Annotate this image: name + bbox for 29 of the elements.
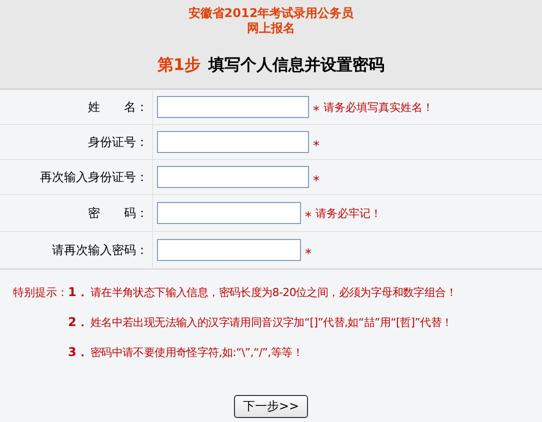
step-title: 填写个人信息并设置密码 <box>208 55 385 76</box>
notice-label: 特别提示： <box>13 285 68 300</box>
note-text: 姓名中若出现无法输入的汉字请用同音汉字加“[]”代替,如“喆”用“[哲]”代替！ <box>90 315 452 330</box>
required-mark: * <box>313 174 320 188</box>
required-mark: * <box>305 246 312 262</box>
note-number: 2． <box>68 314 88 331</box>
field-hint: 请务必填写真实姓名！ <box>324 100 434 114</box>
note-number: 3． <box>68 344 88 361</box>
note-text: 请在半角状态下输入信息，密码长度为8-20位之间，必须为字母和数字组合！ <box>90 285 457 300</box>
field-label: 再次输入身份证号： <box>40 168 148 186</box>
input-field[interactable] <box>157 202 301 224</box>
page-title: 安徽省2012年考试录用公务员 <box>188 6 354 21</box>
required-mark: * <box>313 138 320 154</box>
note-text: 密码中请不要使用奇怪字符,如:“\”,“/”,等等！ <box>90 345 303 360</box>
field-label: 姓 名： <box>88 98 148 116</box>
field-hint: 请务必牢记！ <box>316 206 382 220</box>
step-number: 第1步 <box>157 55 201 76</box>
note-number: 1． <box>68 284 88 301</box>
page-title: 网上报名 <box>247 21 295 36</box>
input-field[interactable] <box>157 239 301 261</box>
next-button[interactable]: 下一步>> <box>234 395 308 418</box>
required-mark: * <box>313 104 320 118</box>
field-label: 身份证号： <box>88 134 148 150</box>
input-field[interactable] <box>157 166 309 188</box>
required-mark: * <box>305 210 312 224</box>
input-field[interactable] <box>157 131 309 153</box>
input-field[interactable] <box>157 96 309 118</box>
field-label: 请再次输入密码： <box>52 242 148 258</box>
field-label: 密 码： <box>88 204 148 222</box>
